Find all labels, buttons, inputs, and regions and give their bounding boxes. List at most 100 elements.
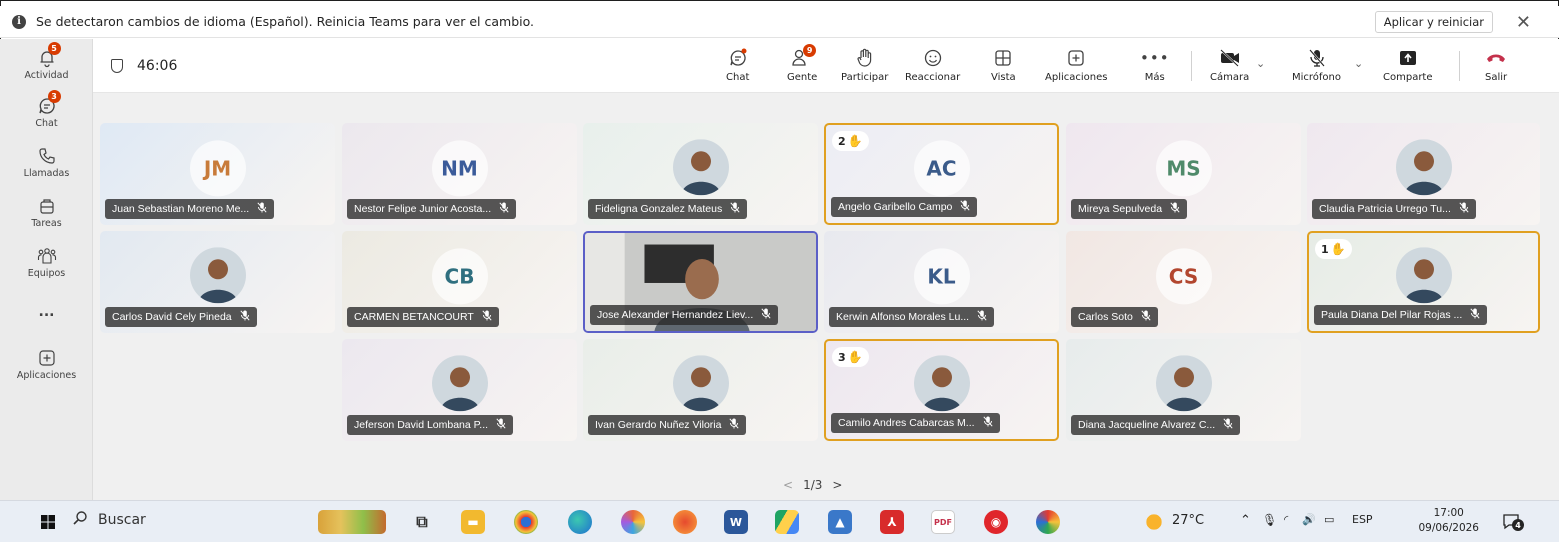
participant-name-bar: Jose Alexander Hernandez Liev... (590, 305, 779, 325)
mic-off-icon (1308, 47, 1326, 69)
hand-icon: ✋ (847, 134, 863, 148)
firefox-icon[interactable] (673, 510, 697, 534)
participant-name: Mireya Sepulveda (1078, 203, 1163, 215)
rail-item-calls[interactable]: Llamadas (0, 145, 93, 179)
participant-tile[interactable]: Jose Alexander Hernandez Liev... (583, 231, 818, 333)
people-button[interactable]: 9 Gente (787, 44, 817, 83)
participant-tile[interactable]: Carlos David Cely Pineda (100, 231, 335, 333)
participant-tile[interactable]: 1 ✋ Paula Diana Del Pilar Rojas ... (1307, 231, 1540, 333)
acrobat-icon[interactable]: ⅄ (880, 510, 904, 534)
copilot-icon[interactable] (621, 510, 645, 534)
participant-tile[interactable]: Fideligna Gonzalez Mateus (583, 123, 818, 225)
participant-tile[interactable]: JM Juan Sebastian Moreno Me... (100, 123, 335, 225)
more-icon: ... (38, 304, 55, 320)
word-icon[interactable]: W (724, 510, 748, 534)
apply-and-restart-button[interactable]: Aplicar y reiniciar (1374, 11, 1493, 33)
chrome-icon[interactable] (514, 510, 538, 534)
language-indicator[interactable]: ESP (1352, 513, 1373, 526)
system-clock[interactable]: 17:00 09/06/2026 (1418, 506, 1479, 536)
rail-label: Actividad (24, 70, 69, 81)
camera-button[interactable]: Cámara (1210, 47, 1249, 83)
file-explorer-icon[interactable]: ▬ (461, 510, 485, 534)
react-button[interactable]: Reaccionar (905, 47, 960, 83)
chrome-profile-icon[interactable] (1036, 510, 1060, 534)
info-icon: i (12, 14, 26, 29)
participant-tile[interactable]: MS Mireya Sepulveda (1066, 123, 1301, 225)
participant-tile[interactable]: CS Carlos Soto (1066, 231, 1301, 333)
more-button[interactable]: ••• Más (1140, 47, 1170, 83)
participant-name-bar: Carlos David Cely Pineda (105, 307, 257, 327)
participant-tile[interactable]: KL Kerwin Alfonso Morales Lu... (824, 231, 1059, 333)
participant-tile[interactable]: Jeferson David Lombana P... (342, 339, 577, 441)
activity-badge: 5 (47, 42, 61, 55)
notifications-icon[interactable]: 4 (1500, 510, 1524, 534)
participant-photo (1395, 139, 1452, 196)
participant-name: Carlos Soto (1078, 311, 1133, 323)
microphone-button[interactable]: Micrófono (1292, 47, 1341, 83)
chat-badge: 3 (47, 90, 61, 103)
app-rail: 5 Actividad 3 Chat Llamadas Tareas Equip… (0, 39, 93, 500)
toolbar-divider (1459, 51, 1460, 81)
people-icon: 9 (791, 44, 817, 69)
pdf-icon[interactable]: PDF (931, 510, 955, 534)
rail-item-activity[interactable]: 5 Actividad (0, 42, 93, 81)
volume-icon[interactable]: 🔊 (1302, 513, 1316, 526)
mic-tray-icon[interactable]: 🎙 (1262, 513, 1277, 527)
rail-item-apps[interactable]: Aplicaciones (0, 347, 93, 381)
leave-button[interactable]: Salir (1485, 47, 1507, 83)
weather-temp[interactable]: 27°C (1172, 513, 1204, 528)
tray-chevron-up-icon[interactable]: ⌃ (1240, 513, 1251, 528)
participant-tile[interactable]: Claudia Patricia Urrego Tu... (1307, 123, 1540, 225)
participant-tile[interactable]: CB CARMEN BETANCOURT (342, 231, 577, 333)
windows-start-icon[interactable] (36, 510, 60, 534)
participant-tile[interactable]: 3 ✋ Camilo Andres Cabarcas M... (824, 339, 1059, 441)
view-label: Vista (991, 72, 1016, 83)
toolbar-divider (1191, 51, 1192, 81)
chat-button[interactable]: Chat (726, 47, 749, 83)
mic-options-chevron-icon[interactable]: ⌄ (1354, 57, 1363, 70)
windows-taskbar: Buscar ⧉ ▬ W ▲ ⅄ PDF ◉ 27°C ⌃ 🎙 ◜ 🔊 ▭ ES… (0, 500, 1559, 542)
taskbar-search[interactable]: Buscar (72, 510, 146, 530)
participant-tile[interactable]: NM Nestor Felipe Junior Acosta... (342, 123, 577, 225)
photos-icon[interactable]: ▲ (828, 510, 852, 534)
prev-page-chevron-icon[interactable]: < (783, 478, 793, 492)
page-indicator: 1/3 (803, 478, 823, 492)
next-page-chevron-icon[interactable]: > (832, 478, 842, 492)
participant-name: Camilo Andres Cabarcas M... (838, 417, 975, 429)
participant-tile[interactable]: Diana Jacqueline Alvarez C... (1066, 339, 1301, 441)
view-button[interactable]: Vista (991, 47, 1016, 83)
rail-item-more[interactable]: ... (0, 303, 93, 320)
mic-off-icon (1170, 202, 1180, 216)
screen-recorder-icon[interactable]: ◉ (984, 510, 1008, 534)
hand-icon (856, 47, 874, 69)
rail-label: Chat (35, 118, 58, 129)
rail-item-chat[interactable]: 3 Chat (0, 90, 93, 129)
participant-tile[interactable]: AC 2 ✋ Angelo Garibello Campo (824, 123, 1059, 225)
battery-icon[interactable]: ▭ (1324, 513, 1334, 526)
task-view-icon[interactable]: ⧉ (410, 510, 434, 534)
participant-avatar: NM (431, 140, 488, 197)
apps-button[interactable]: Aplicaciones (1045, 47, 1107, 83)
participant-tile[interactable]: Ivan Gerardo Nuñez Viloria (583, 339, 818, 441)
participant-avatar: KL (913, 248, 970, 305)
rail-item-tasks[interactable]: Tareas (0, 195, 93, 229)
share-button[interactable]: Comparte (1383, 47, 1433, 83)
participant-name: Fideligna Gonzalez Mateus (595, 203, 723, 215)
camera-off-icon (1219, 47, 1241, 69)
raise-hand-button[interactable]: Participar (841, 47, 888, 83)
close-icon[interactable]: ✕ (1516, 12, 1531, 33)
search-highlight-icon[interactable] (318, 510, 386, 534)
meeting-header: 46:06 Chat 9 Gente Participar Reaccionar… (93, 39, 1559, 93)
search-label: Buscar (98, 512, 146, 528)
mic-off-icon (977, 310, 987, 324)
notification-message: Se detectaron cambios de idioma (Español… (36, 14, 534, 29)
google-drive-icon[interactable] (775, 510, 799, 534)
wifi-icon[interactable]: ◜ (1284, 513, 1288, 526)
more-label: Más (1144, 72, 1165, 83)
apps-icon (36, 347, 58, 369)
camera-options-chevron-icon[interactable]: ⌄ (1256, 57, 1265, 70)
edge-icon[interactable] (568, 510, 592, 534)
rail-item-teams[interactable]: Equipos (0, 245, 93, 279)
share-icon (1398, 47, 1418, 69)
participant-avatar: AC (913, 140, 970, 197)
